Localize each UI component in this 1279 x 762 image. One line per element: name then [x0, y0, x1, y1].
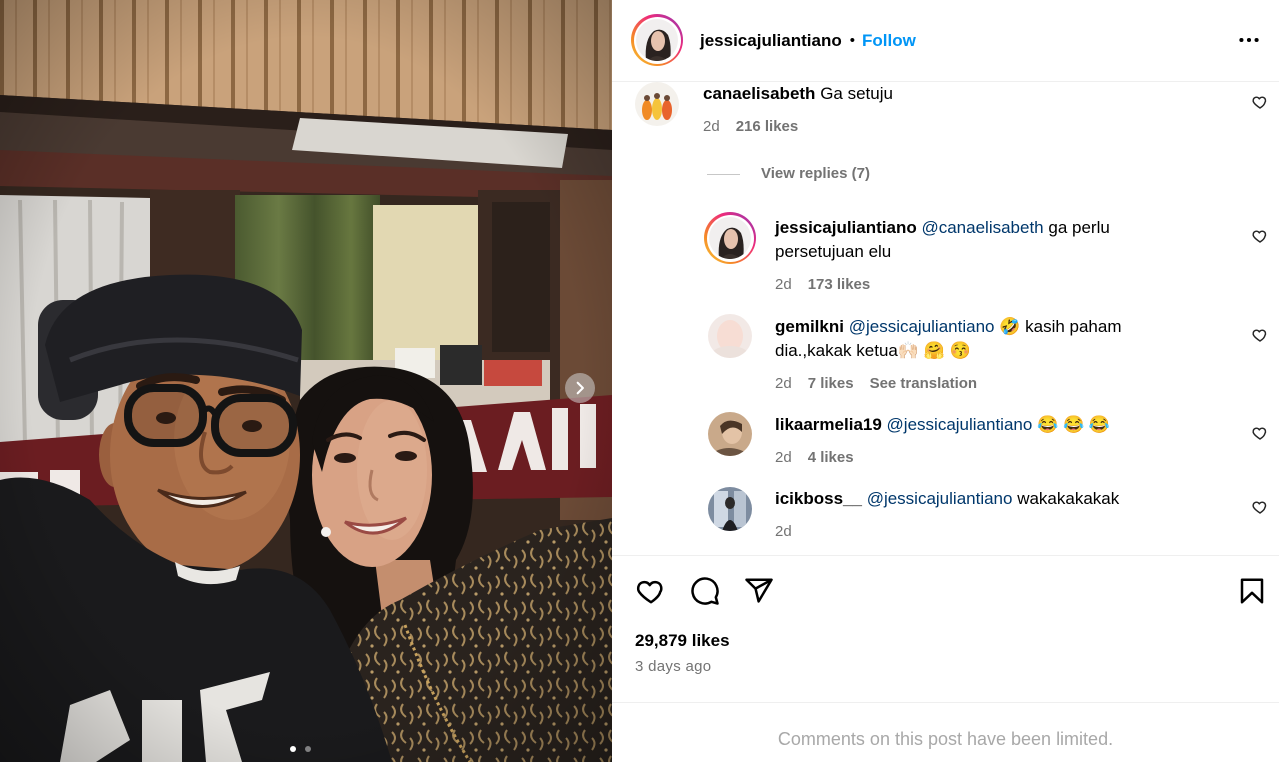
post-likes-count[interactable]: 29,879 likes	[635, 631, 730, 651]
post-header: jessicajuliantiano • Follow	[612, 0, 1279, 82]
reply-meta: 2d 4 likes	[775, 448, 1180, 468]
mention-link[interactable]: @canaelisabeth	[921, 218, 1043, 237]
comment-likes-button[interactable]: 216 likes	[736, 117, 799, 137]
see-translation-button[interactable]: See translation	[870, 374, 978, 394]
reply-avatar[interactable]	[704, 212, 756, 264]
comments-limited-notice: Comments on this post have been limited.	[777, 729, 1114, 749]
reply-content: jessicajuliantiano @canaelisabeth ga per…	[775, 216, 1180, 295]
more-options-button[interactable]	[1236, 27, 1262, 53]
reply-meta: 2d 7 likes See translation	[775, 374, 1180, 394]
like-button[interactable]	[636, 576, 666, 606]
reply-time: 2d	[775, 449, 792, 466]
reply-time: 2d	[775, 375, 792, 392]
reply-avatar-photo	[709, 217, 751, 259]
reply-text: likaarmelia19 @jessicajuliantiano 😂 😂 😂	[775, 413, 1180, 437]
save-button[interactable]	[1237, 576, 1267, 606]
reply-like-button[interactable]	[1252, 499, 1268, 515]
heart-outline-icon	[636, 580, 663, 604]
reply-username-link[interactable]: jessicajuliantiano	[775, 218, 917, 237]
comment-like-button[interactable]	[1252, 94, 1268, 110]
divider	[612, 555, 1279, 556]
reply-avatar[interactable]	[708, 314, 752, 358]
comment-username-link[interactable]: canaelisabeth	[703, 84, 815, 103]
comments-list[interactable]: canaelisabeth Ga setuju 2d 216 likes Vie…	[612, 82, 1279, 555]
reply-like-button[interactable]	[1252, 327, 1268, 343]
comment-content: canaelisabeth Ga setuju 2d 216 likes	[703, 82, 1223, 137]
heart-outline-icon	[1252, 230, 1267, 243]
divider	[612, 702, 1279, 703]
reply-likes-button[interactable]: 4 likes	[808, 448, 854, 468]
mention-link[interactable]: @jessicajuliantiano	[849, 317, 995, 336]
reply-content: gemilkni @jessicajuliantiano 🤣 kasih pah…	[775, 315, 1180, 394]
commenter-avatar-photo	[635, 82, 679, 126]
reply-meta: 2d 173 likes	[775, 275, 1180, 295]
reply-meta: 2d	[775, 522, 1180, 542]
reply-like-button[interactable]	[1252, 228, 1268, 244]
reply-text: icikboss__ @jessicajuliantiano wakakakak…	[775, 487, 1180, 511]
paper-plane-icon	[745, 578, 773, 603]
separator-dot: •	[849, 32, 855, 49]
view-replies-button[interactable]: View replies (7)	[761, 164, 870, 184]
comment-meta: 2d 216 likes	[703, 117, 1223, 137]
post-timestamp[interactable]: 3 days ago	[635, 658, 711, 676]
carousel-dot	[305, 746, 311, 752]
reply-avatar[interactable]	[708, 412, 752, 456]
author-username-link[interactable]: jessicajuliantiano	[700, 31, 842, 51]
view-replies-line	[707, 174, 740, 175]
heart-outline-icon	[1252, 427, 1267, 440]
carousel-dot	[290, 746, 296, 752]
reply-avatar-photo	[708, 314, 752, 358]
comment-time: 2d	[703, 118, 720, 135]
comment-bubble-icon	[691, 577, 719, 605]
post-photo	[0, 0, 612, 762]
post-media[interactable]	[0, 0, 612, 762]
reply-time: 2d	[775, 276, 792, 293]
mention-link[interactable]: @jessicajuliantiano	[867, 489, 1013, 508]
heart-outline-icon	[1252, 501, 1267, 514]
chevron-right-icon	[576, 381, 584, 395]
author-avatar-photo	[636, 19, 678, 61]
comment-text: canaelisabeth Ga setuju	[703, 82, 1223, 106]
reply-text: jessicajuliantiano @canaelisabeth ga per…	[775, 216, 1180, 264]
reply-avatar-photo	[708, 412, 752, 456]
reply-content: likaarmelia19 @jessicajuliantiano 😂 😂 😂 …	[775, 413, 1180, 468]
reply-body: 😂 😂 😂	[1037, 415, 1111, 434]
mention-link[interactable]: @jessicajuliantiano	[887, 415, 1033, 434]
heart-outline-icon	[1252, 329, 1267, 342]
reply-username-link[interactable]: gemilkni	[775, 317, 844, 336]
reply-body: wakakakakak	[1017, 489, 1120, 508]
heart-outline-icon	[1252, 96, 1267, 109]
more-options-icon	[1239, 37, 1259, 43]
commenter-avatar[interactable]	[635, 82, 679, 126]
photo-vignette	[0, 0, 612, 762]
post-detail-panel: jessicajuliantiano • Follow canaelisabet…	[612, 0, 1279, 762]
reply-content: icikboss__ @jessicajuliantiano wakakakak…	[775, 487, 1180, 542]
reply-like-button[interactable]	[1252, 425, 1268, 441]
bookmark-icon	[1240, 578, 1264, 604]
reply-username-link[interactable]: likaarmelia19	[775, 415, 882, 434]
follow-button[interactable]: Follow	[862, 31, 916, 51]
carousel-next-button[interactable]	[565, 373, 595, 403]
carousel-indicator	[290, 746, 311, 752]
reply-text: gemilkni @jessicajuliantiano 🤣 kasih pah…	[775, 315, 1180, 363]
author-avatar[interactable]	[631, 14, 683, 66]
reply-avatar-photo	[708, 487, 752, 531]
comment-button[interactable]	[690, 576, 720, 606]
comment-body: Ga setuju	[820, 84, 893, 103]
author-line: jessicajuliantiano • Follow	[700, 0, 916, 81]
view-replies-row[interactable]: View replies (7)	[612, 164, 1279, 184]
share-button[interactable]	[744, 576, 774, 606]
reply-username-link[interactable]: icikboss__	[775, 489, 862, 508]
reply-avatar[interactable]	[708, 487, 752, 531]
reply-time: 2d	[775, 523, 792, 540]
reply-likes-button[interactable]: 173 likes	[808, 275, 871, 295]
reply-likes-button[interactable]: 7 likes	[808, 374, 854, 394]
